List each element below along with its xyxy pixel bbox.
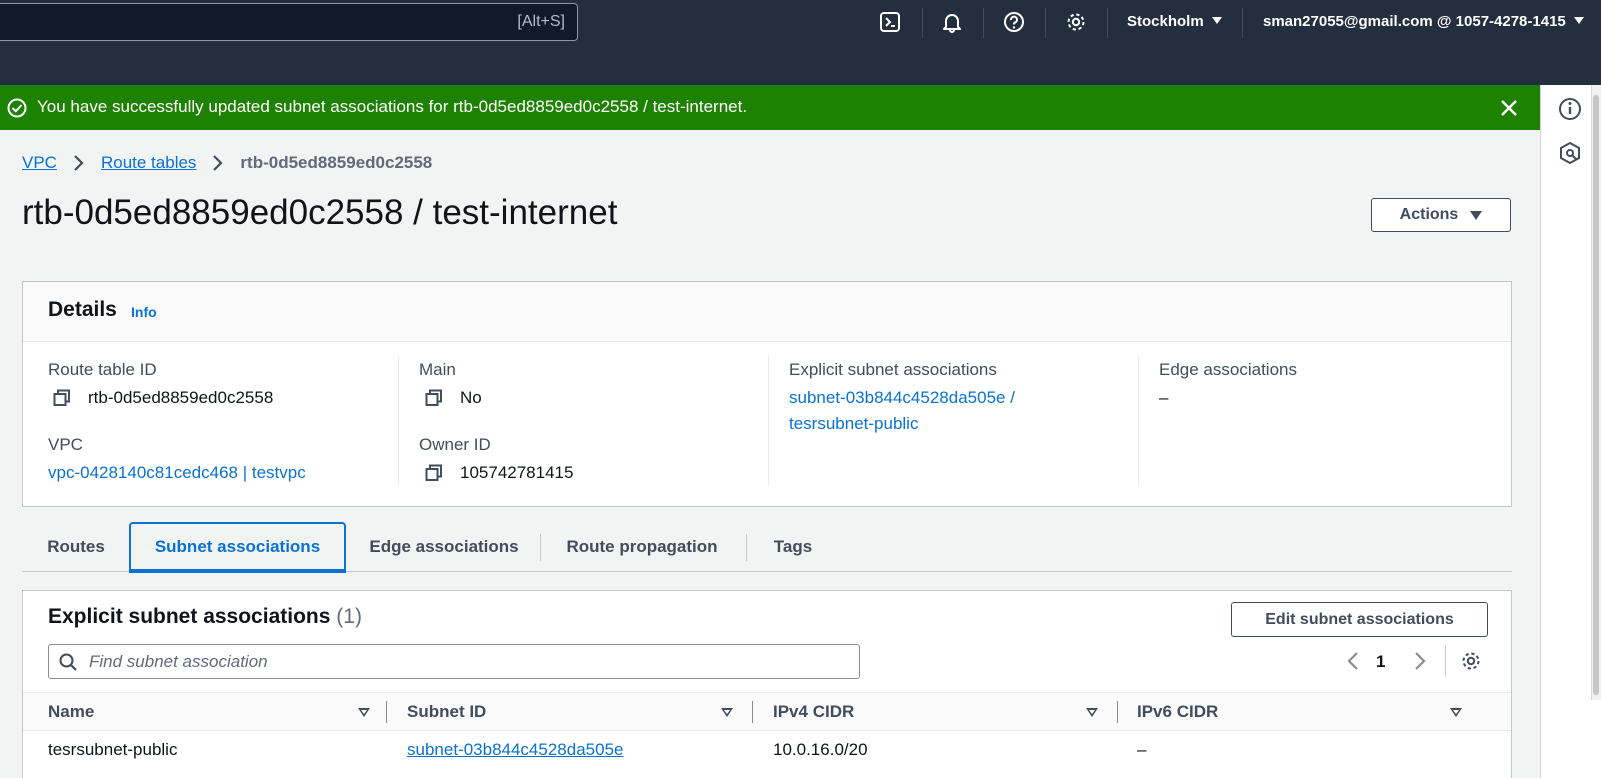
close-icon[interactable] bbox=[1497, 96, 1521, 120]
chevron-right-icon bbox=[213, 155, 223, 171]
region-label: Stockholm bbox=[1127, 13, 1204, 30]
details-title: Details bbox=[48, 298, 117, 321]
caret-down-icon bbox=[1211, 17, 1222, 24]
details-info-link[interactable]: Info bbox=[131, 304, 157, 320]
page-title: rtb-0d5ed8859ed0c2558 / test-internet bbox=[22, 193, 618, 232]
breadcrumb: VPC Route tables rtb-0d5ed8859ed0c2558 bbox=[22, 153, 432, 173]
column-resizer[interactable] bbox=[752, 701, 753, 723]
explicit-subnet-associations-panel: Explicit subnet associations (1) Edit su… bbox=[22, 590, 1512, 778]
column-divider bbox=[1138, 356, 1139, 486]
tab-routes[interactable]: Routes bbox=[22, 522, 130, 572]
owner-id-label: Owner ID bbox=[419, 435, 491, 454]
chevron-right-icon bbox=[74, 155, 84, 171]
sort-caret-icon[interactable] bbox=[1450, 708, 1462, 717]
nav-divider bbox=[1045, 8, 1046, 38]
cell-ipv6-cidr: – bbox=[1137, 740, 1147, 759]
tab-route-propagation[interactable]: Route propagation bbox=[541, 522, 743, 572]
tab-subnet-associations[interactable]: Subnet associations bbox=[129, 522, 346, 573]
chevron-left-icon[interactable] bbox=[1343, 649, 1363, 673]
explicit-subnet-associations-title: Explicit subnet associations (1) bbox=[48, 605, 362, 629]
region-selector[interactable]: Stockholm bbox=[1127, 13, 1222, 30]
table-header-row: Name Subnet ID IPv4 CIDR IPv6 CIDR bbox=[23, 692, 1511, 731]
account-menu[interactable]: sman27055@gmail.com @ 1057-4278-1415 bbox=[1263, 13, 1584, 30]
nav-divider bbox=[922, 8, 923, 38]
sort-caret-icon[interactable] bbox=[721, 708, 733, 717]
panel-title-text: Explicit subnet associations bbox=[48, 605, 331, 628]
sort-caret-icon[interactable] bbox=[358, 708, 370, 717]
owner-id-value: 105742781415 bbox=[460, 463, 574, 482]
column-divider bbox=[768, 356, 769, 486]
sort-caret-icon[interactable] bbox=[1086, 708, 1098, 717]
nav-divider bbox=[1242, 8, 1243, 38]
column-header-name[interactable]: Name bbox=[48, 702, 94, 722]
explicit-associations-label: Explicit subnet associations bbox=[789, 360, 997, 379]
chevron-right-icon[interactable] bbox=[1410, 649, 1430, 673]
actions-label: Actions bbox=[1399, 206, 1459, 223]
account-label: sman27055@gmail.com @ 1057-4278-1415 bbox=[1263, 13, 1566, 30]
nav-divider bbox=[983, 8, 984, 38]
edge-associations-value: – bbox=[1159, 388, 1169, 407]
breadcrumb-route-tables-link[interactable]: Route tables bbox=[101, 153, 196, 173]
route-table-id-label: Route table ID bbox=[48, 360, 157, 379]
details-header: Details Info bbox=[23, 282, 1511, 342]
info-icon[interactable] bbox=[1557, 96, 1583, 122]
tab-bar: Routes Subnet associations Edge associat… bbox=[22, 522, 1512, 573]
flash-message: You have successfully updated subnet ass… bbox=[37, 97, 748, 116]
settings-gear-icon[interactable] bbox=[1064, 10, 1088, 34]
column-resizer[interactable] bbox=[1117, 701, 1118, 723]
edit-subnet-associations-button[interactable]: Edit subnet associations bbox=[1231, 602, 1488, 637]
details-panel: Details Info Route table ID rtb-0d5ed885… bbox=[22, 281, 1512, 507]
column-header-subnet-id[interactable]: Subnet ID bbox=[407, 702, 486, 722]
vpc-label: VPC bbox=[48, 435, 83, 454]
pagination-divider bbox=[1445, 646, 1446, 676]
column-resizer[interactable] bbox=[386, 701, 387, 723]
success-flash-banner: You have successfully updated subnet ass… bbox=[0, 85, 1540, 130]
caret-down-icon bbox=[1470, 210, 1483, 220]
check-circle-icon bbox=[7, 98, 27, 118]
search-shortcut-hint: [Alt+S] bbox=[517, 13, 565, 30]
column-header-ipv6-cidr[interactable]: IPv6 CIDR bbox=[1137, 702, 1218, 722]
tab-tags[interactable]: Tags bbox=[747, 522, 839, 572]
copy-icon[interactable] bbox=[425, 389, 443, 407]
main-label: Main bbox=[419, 360, 456, 379]
cell-name: tesrsubnet-public bbox=[48, 740, 178, 759]
main-value: No bbox=[460, 388, 482, 407]
cell-subnet-id-link[interactable]: subnet-03b844c4528da505e bbox=[407, 740, 623, 760]
copy-icon[interactable] bbox=[53, 389, 71, 407]
breadcrumb-vpc-link[interactable]: VPC bbox=[22, 153, 57, 173]
tab-edge-associations[interactable]: Edge associations bbox=[349, 522, 539, 572]
find-subnet-association-input[interactable] bbox=[89, 645, 849, 678]
copy-icon[interactable] bbox=[425, 464, 443, 482]
scrollbar-thumb[interactable] bbox=[1593, 95, 1599, 695]
item-count: (1) bbox=[336, 605, 362, 628]
search-icon bbox=[59, 653, 77, 671]
cloudshell-icon[interactable] bbox=[878, 10, 902, 34]
breadcrumb-current: rtb-0d5ed8859ed0c2558 bbox=[240, 153, 433, 172]
help-icon[interactable] bbox=[1002, 10, 1026, 34]
edge-associations-label: Edge associations bbox=[1159, 360, 1297, 379]
table-preferences-gear-icon[interactable] bbox=[1460, 650, 1482, 672]
hexagon-icon[interactable] bbox=[1557, 140, 1583, 166]
caret-down-icon bbox=[1573, 17, 1584, 24]
vpc-link[interactable]: vpc-0428140c81cedc468 | testvpc bbox=[48, 463, 306, 483]
column-divider bbox=[398, 356, 399, 486]
global-search-input[interactable]: [Alt+S] bbox=[0, 3, 578, 41]
top-navigation-bar: [Alt+S] Stockholm sman27055@gmail.com @ … bbox=[0, 0, 1601, 85]
column-header-ipv4-cidr[interactable]: IPv4 CIDR bbox=[773, 702, 854, 722]
explicit-association-link-name[interactable]: tesrsubnet-public bbox=[789, 414, 918, 434]
explicit-association-link[interactable]: subnet-03b844c4528da505e / bbox=[789, 388, 1015, 408]
actions-button[interactable]: Actions bbox=[1371, 198, 1511, 232]
route-table-id-value: rtb-0d5ed8859ed0c2558 bbox=[88, 388, 274, 407]
cell-ipv4-cidr: 10.0.16.0/20 bbox=[773, 740, 868, 759]
bell-icon[interactable] bbox=[940, 10, 964, 34]
nav-divider bbox=[1107, 8, 1108, 38]
page-number[interactable]: 1 bbox=[1376, 652, 1385, 672]
find-subnet-association-field[interactable] bbox=[48, 644, 860, 679]
